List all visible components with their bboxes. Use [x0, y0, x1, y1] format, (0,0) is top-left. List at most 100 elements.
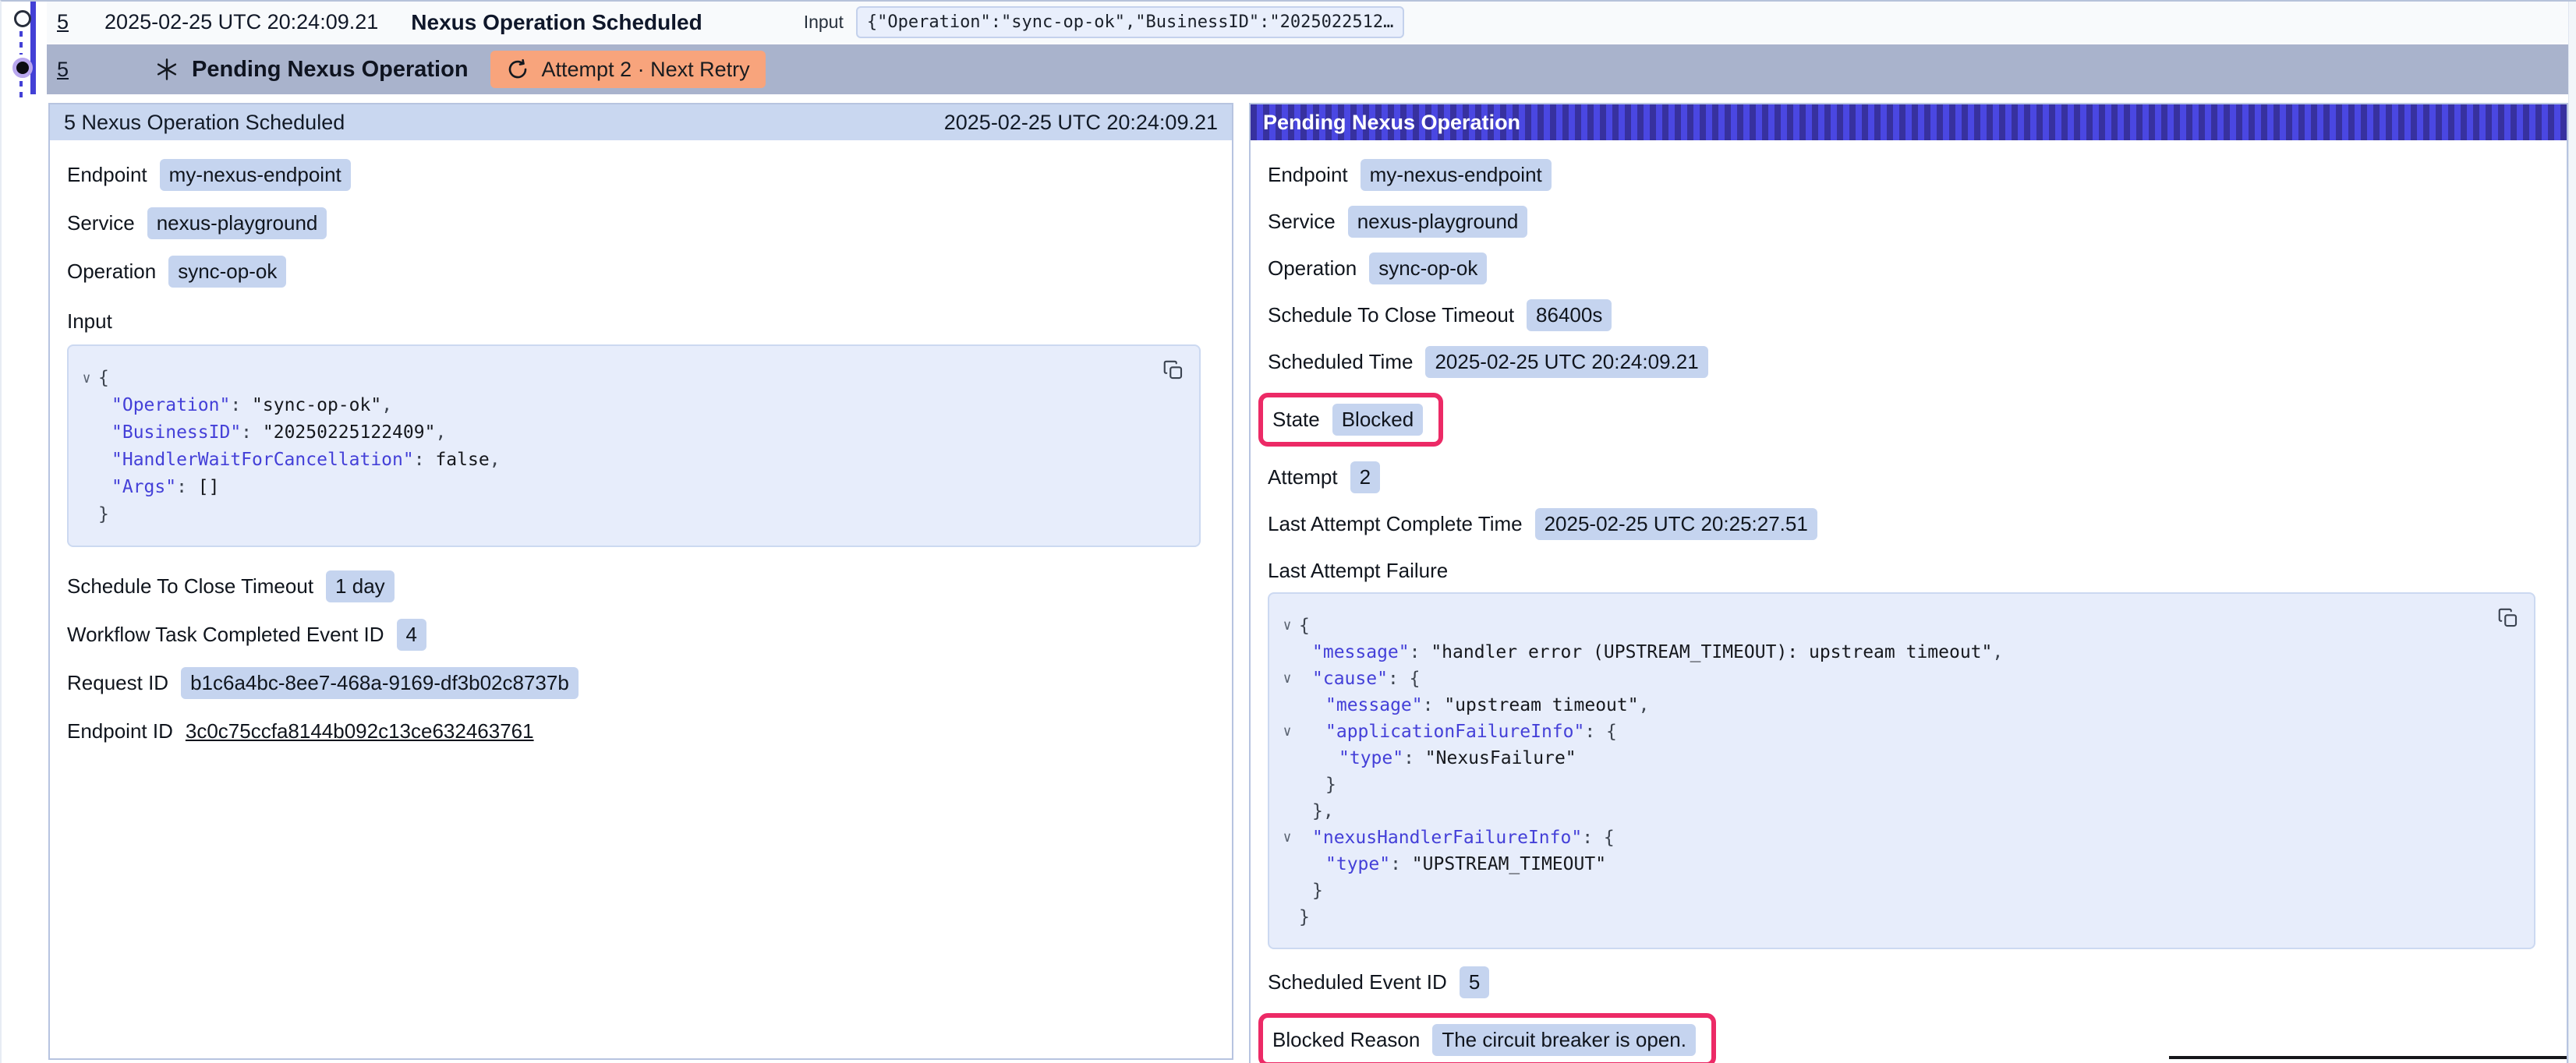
pending-operation-name: Pending Nexus Operation — [192, 57, 469, 83]
event-detail-title: 5 Nexus Operation Scheduled — [64, 111, 345, 135]
field-row-last-attempt-complete-time: Last Attempt Complete Time2025-02-25 UTC… — [1268, 508, 2549, 540]
code-line: "message": "handler error (UPSTREAM_TIME… — [1276, 639, 2484, 666]
code-line-content: "message": "upstream timeout", — [1299, 692, 1649, 719]
copy-button[interactable] — [2493, 603, 2523, 633]
field-row-endpoint-id: Endpoint ID 3c0c75ccfa8144b092c13ce632463… — [67, 715, 1215, 747]
code-line-content: "message": "handler error (UPSTREAM_TIME… — [1299, 639, 2003, 666]
event-id-link[interactable]: 5 — [57, 10, 69, 34]
collapse-chevron-icon[interactable]: ∨ — [1276, 825, 1299, 851]
input-preview-chip: {"Operation":"sync-op-ok","BusinessID":"… — [856, 6, 1405, 38]
field-value-chip: my-nexus-endpoint — [160, 159, 351, 191]
field-row-endpoint: Endpoint my-nexus-endpoint — [1268, 159, 2549, 191]
field-row-scheduled-time: Scheduled Time2025-02-25 UTC 20:24:09.21 — [1268, 346, 2549, 378]
collapse-chevron-icon[interactable]: ∨ — [75, 365, 98, 392]
event-detail-header: 5 Nexus Operation Scheduled 2025-02-25 U… — [50, 104, 1232, 140]
code-line-content: "Operation": "sync-op-ok", — [98, 392, 392, 419]
code-line: ∨{ — [75, 365, 1149, 392]
code-line-content: "nexusHandlerFailureInfo": { — [1299, 825, 1615, 851]
field-value-chip: sync-op-ok — [168, 256, 286, 288]
collapse-chevron-icon[interactable]: ∨ — [1276, 613, 1299, 639]
field-label: Scheduled Event ID — [1268, 970, 1447, 994]
event-summary-row[interactable]: 5 2025-02-25 UTC 20:24:09.21 Nexus Opera… — [47, 2, 2576, 43]
collapse-chevron-icon[interactable]: ∨ — [1276, 666, 1299, 692]
highlight-box-blocked-reason: Blocked ReasonThe circuit breaker is ope… — [1258, 1013, 1716, 1063]
code-line-content: "HandlerWaitForCancellation": false, — [98, 447, 501, 474]
event-node-current-dot-icon — [12, 58, 33, 78]
bottom-divider-line — [2169, 1056, 2567, 1059]
input-preview-label: Input — [804, 12, 844, 33]
field-row-service: Servicenexus-playground — [67, 207, 1215, 239]
field-label: Schedule To Close Timeout — [67, 574, 313, 599]
event-node-open-circle-icon — [14, 10, 31, 27]
field-label-last-attempt-failure: Last Attempt Failure — [1268, 559, 2549, 583]
code-line-content: } — [1299, 904, 1310, 931]
code-line-content: }, — [1299, 798, 1334, 825]
code-line: "Args": [] — [75, 474, 1149, 501]
code-line: ∨{ — [1276, 613, 2484, 639]
code-line-content: { — [1299, 613, 1310, 639]
code-line-content: } — [1299, 772, 1336, 798]
field-row-request-id: Request ID b1c6a4bc-8ee7-468a-9169-df3b02… — [67, 667, 1215, 699]
field-label: Operation — [1268, 256, 1357, 281]
timeline-dotted-line — [19, 81, 23, 98]
nexus-asterisk-icon — [154, 57, 179, 82]
json-code-viewer: ∨{"Operation": "sync-op-ok","BusinessID"… — [67, 344, 1201, 547]
code-line: "HandlerWaitForCancellation": false, — [75, 447, 1149, 474]
field-value-chip: sync-op-ok — [1369, 253, 1487, 284]
event-detail-timestamp: 2025-02-25 UTC 20:24:09.21 — [944, 111, 1218, 135]
field-label: Endpoint — [1268, 163, 1348, 187]
code-line: ∨"applicationFailureInfo": { — [1276, 719, 2484, 745]
detail-panels: 5 Nexus Operation Scheduled 2025-02-25 U… — [2, 103, 2576, 1063]
field-value-chip: 2 — [1350, 461, 1380, 493]
field-row-schedule-to-close-timeout: Schedule To Close Timeout1 day — [67, 570, 1215, 602]
scrollbar-track[interactable] — [2568, 2, 2576, 1063]
field-value-chip: Blocked — [1332, 404, 1424, 436]
timeline-dotted-line — [19, 31, 23, 55]
code-line-content: "BusinessID": "20250225122409", — [98, 419, 446, 447]
field-row-operation: Operationsync-op-ok — [67, 256, 1215, 288]
field-value-chip: 4 — [397, 619, 426, 651]
code-line: } — [1276, 772, 2484, 798]
pending-operation-title: Pending Nexus Operation — [1263, 111, 1520, 135]
field-value-chip: b1c6a4bc-8ee7-468a-9169-df3b02c8737b — [181, 667, 579, 699]
field-value-chip: nexus-playground — [147, 207, 327, 239]
field-label: State — [1272, 408, 1320, 432]
field-value-chip: nexus-playground — [1348, 206, 1528, 238]
code-line-content: "cause": { — [1299, 666, 1420, 692]
event-timestamp: 2025-02-25 UTC 20:24:09.21 — [104, 10, 378, 34]
nexus-event-history-page: { "colors": { "highlight_pink": "#ec2a66… — [0, 0, 2576, 1063]
field-label: Last Attempt Complete Time — [1268, 512, 1523, 536]
timeline-selection-bar — [30, 2, 36, 94]
field-row-attempt: Attempt 2 — [1268, 461, 2549, 493]
event-detail-card: 5 Nexus Operation Scheduled 2025-02-25 U… — [48, 103, 1233, 1060]
code-line-content: "type": "NexusFailure" — [1299, 745, 1576, 772]
field-label: Endpoint ID — [67, 719, 173, 743]
field-label: Attempt — [1268, 465, 1338, 489]
code-line: } — [1276, 878, 2484, 904]
event-detail-body: Endpoint my-nexus-endpoint Servicenexus-pl… — [50, 140, 1232, 782]
field-label: Workflow Task Completed Event ID — [67, 623, 384, 647]
field-value-link-endpoint-id[interactable]: 3c0c75ccfa8144b092c13ce632463761 — [186, 719, 534, 743]
event-name: Nexus Operation Scheduled — [411, 10, 702, 35]
pending-operation-header: Pending Nexus Operation — [1251, 104, 2567, 140]
collapse-chevron-icon[interactable]: ∨ — [1276, 719, 1299, 745]
field-label: Request ID — [67, 671, 168, 695]
field-label: Endpoint — [67, 163, 147, 187]
code-line: } — [75, 501, 1149, 528]
field-label: Schedule To Close Timeout — [1268, 303, 1514, 327]
code-line-content: "Args": [] — [98, 474, 220, 501]
code-line: "type": "UPSTREAM_TIMEOUT" — [1276, 851, 2484, 878]
event-timeline — [2, 2, 47, 104]
code-line: "BusinessID": "20250225122409", — [75, 419, 1149, 447]
event-id-link[interactable]: 5 — [57, 58, 69, 82]
code-line: "Operation": "sync-op-ok", — [75, 392, 1149, 419]
pending-operation-row[interactable]: 5 Pending Nexus Operation Attempt 2 · Ne… — [47, 44, 2576, 94]
field-row-schedule-to-close-timeout: Schedule To Close Timeout86400s — [1268, 299, 2549, 331]
pending-operation-card: Pending Nexus Operation Endpoint my-nexus… — [1249, 103, 2568, 1063]
code-line: }, — [1276, 798, 2484, 825]
field-row-service: Servicenexus-playground — [1268, 206, 2549, 238]
field-label: Blocked Reason — [1272, 1028, 1420, 1052]
field-row-workflow-task-completed-event-id: Workflow Task Completed Event ID 4 — [67, 619, 1215, 651]
field-value-chip: my-nexus-endpoint — [1361, 159, 1552, 191]
copy-button[interactable] — [1159, 355, 1188, 385]
